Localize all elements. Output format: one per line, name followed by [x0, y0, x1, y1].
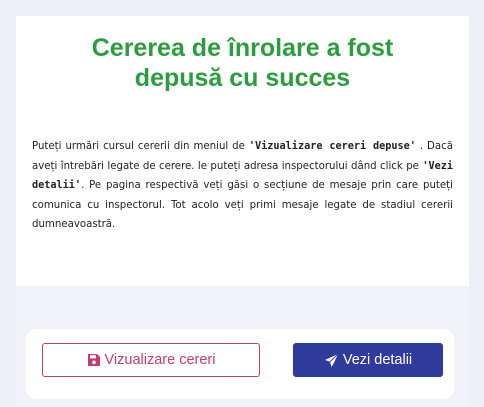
description-text-3: . Pe pagina respectivă veți găsi o secți… [32, 180, 453, 231]
paper-plane-icon [324, 353, 339, 367]
view-requests-button[interactable]: Vizualizare cereri [42, 343, 260, 377]
view-details-button[interactable]: Vezi detalii [293, 343, 443, 377]
actions-bar: Vizualizare cereri Vezi detalii [26, 329, 454, 399]
view-requests-label: Vizualizare cereri [104, 352, 216, 368]
description-text-1: Puteți urmări cursul cererii din meniul … [32, 141, 249, 152]
save-icon [87, 354, 100, 366]
confirmation-panel: Cererea de înrolare a fost depusă cu suc… [16, 16, 469, 286]
page-title: Cererea de înrolare a fost depusă cu suc… [91, 34, 394, 92]
confirmation-card: Cererea de înrolare a fost depusă cu suc… [16, 16, 469, 407]
confirmation-description: Puteți urmări cursul cererii din meniul … [32, 137, 453, 235]
description-highlight-view-requests: 'Vizualizare cereri depuse' [248, 141, 416, 152]
view-details-label: Vezi detalii [342, 352, 413, 368]
